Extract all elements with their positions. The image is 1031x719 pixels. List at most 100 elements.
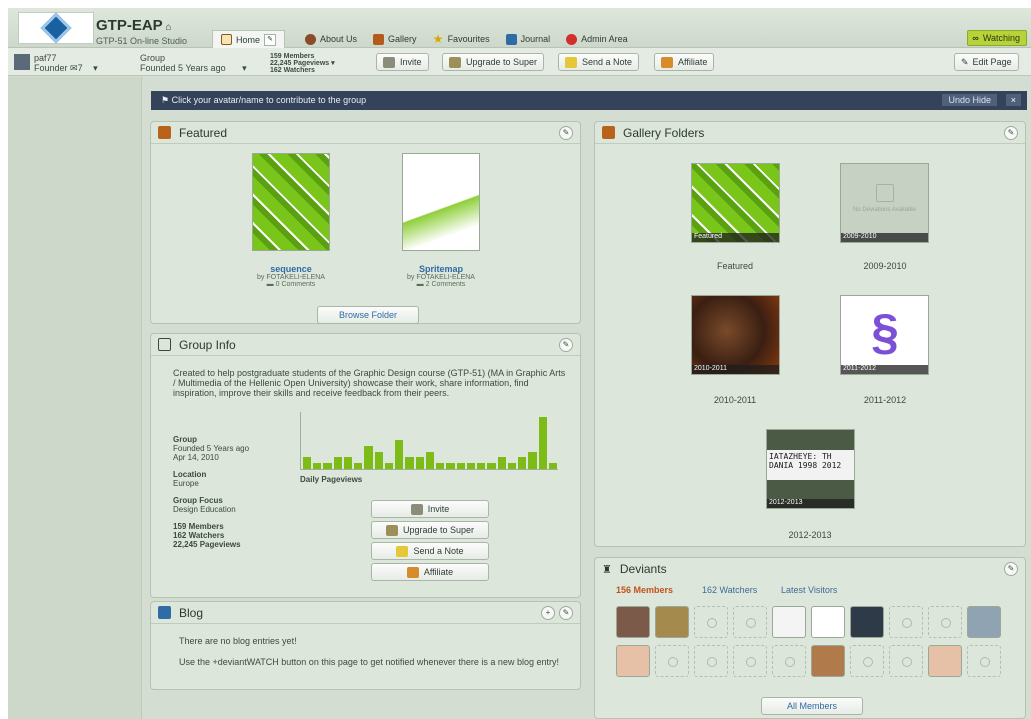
home-small-icon: ⌂ [162,22,172,33]
empty-avatar-slot [967,645,1001,677]
sequence-author[interactable]: by FOTAKELI-ELENA [231,274,351,281]
folder-2010-2011-label[interactable]: 2010-2011 [685,395,785,405]
edit-gallery-folders-button[interactable]: ✎ [1004,126,1018,140]
gallery-icon [373,33,385,45]
folder-2012-2013-thumbnail[interactable]: IATAZHEYE: TH DANIA 1998 2012 2012-2013 [766,429,855,509]
member-avatar[interactable] [616,645,650,677]
placeholder-icon [941,618,951,628]
undo-hide-button[interactable]: Undo Hide [942,94,997,106]
info-affiliate-button[interactable]: Affiliate [371,563,489,581]
folder-2009-2010-label[interactable]: 2009-2010 [835,261,935,271]
send-note-button[interactable]: Send a Note [558,53,640,71]
info-invite-button[interactable]: Invite [371,500,489,518]
spritemap-author[interactable]: by FOTAKELI-ELENA [381,274,501,281]
upgrade-icon [449,56,461,68]
edit-blog-button[interactable]: ✎ [559,606,573,620]
tab-about-us[interactable]: About Us [297,30,365,48]
all-members-button[interactable]: All Members [761,697,863,715]
tab-latest-visitors[interactable]: Latest Visitors [781,585,837,595]
invite-icon [383,56,395,68]
affiliate-icon [406,566,419,578]
edit-deviants-button[interactable]: ✎ [1004,562,1018,576]
watching-button[interactable]: ∞ Watching [967,30,1027,46]
group-name[interactable]: GTP-EAP ⌂ [96,17,172,34]
tab-admin-area[interactable]: Admin Area [558,30,636,48]
user-block[interactable]: paf77 Founder ✉7 ▾ [34,53,98,73]
group-logo[interactable] [18,12,94,44]
chevron-down-icon[interactable]: ▾ [93,63,98,73]
user-role: Founder [34,63,68,73]
empty-avatar-slot [889,606,923,638]
tab-home[interactable]: Home ✎ [212,30,286,48]
placeholder-icon [902,657,912,667]
empty-avatar-slot [733,645,767,677]
deviants-icon: ♜ [602,563,612,576]
close-notice-button[interactable]: × [1005,94,1021,106]
user-avatar[interactable] [14,54,30,70]
empty-avatar-slot [694,606,728,638]
browse-folder-button[interactable]: Browse Folder [317,306,419,324]
user-name[interactable]: paf77 [34,53,98,63]
pageview-bar [538,417,547,469]
member-avatar[interactable] [616,606,650,638]
blog-empty-text: There are no blog entries yet! [179,636,297,646]
member-avatar[interactable] [655,606,689,638]
member-avatar[interactable] [811,645,845,677]
left-sidebar [8,77,142,719]
member-avatar[interactable] [850,606,884,638]
group-type-block[interactable]: Group Founded 5 Years ago ▾ [140,53,247,73]
member-avatar[interactable] [772,606,806,638]
folder-2012-2013-label[interactable]: 2012-2013 [760,530,860,540]
pencil-icon: ✎ [961,56,969,67]
group-subtitle: GTP-51 On-line Studio [96,36,188,46]
folder-2010-2011-thumbnail[interactable]: 2010-2011 [691,295,780,375]
spritemap-title[interactable]: Spritemap [381,264,501,274]
empty-avatar-slot [655,645,689,677]
tab-watchers[interactable]: 162 Watchers [702,585,757,595]
edit-tabs-icon[interactable]: ✎ [264,33,277,46]
tab-members[interactable]: 156 Members [616,585,673,595]
tab-favourites[interactable]: ★ Favourites [425,30,498,48]
pageview-bar [456,463,465,469]
pageview-bar [518,457,527,469]
edit-featured-button[interactable]: ✎ [559,126,573,140]
comment-icon: ▬ [266,281,276,288]
folder-featured-label[interactable]: Featured [685,261,785,271]
pageview-bar [354,463,363,469]
folder-2009-2010-thumbnail[interactable]: No Deviations Available 2009-2010 [840,163,929,243]
edit-group-info-button[interactable]: ✎ [559,338,573,352]
sequence-title[interactable]: sequence [231,264,351,274]
add-blog-button[interactable]: + [541,606,555,620]
group-description: Created to help postgraduate students of… [173,368,566,398]
pageview-bar [313,463,322,469]
invite-button[interactable]: Invite [376,53,429,71]
pageview-bar [497,457,506,469]
group-stats[interactable]: 159 Members 22,245 Pageviews ▾ 162 Watch… [270,53,335,74]
pageview-bar [466,463,476,469]
sequence-thumbnail[interactable] [252,153,330,251]
member-avatar[interactable] [967,606,1001,638]
upgrade-button[interactable]: Upgrade to Super [442,53,545,71]
tab-gallery[interactable]: Gallery [365,30,425,48]
folder-featured-thumbnail[interactable]: Featured [691,163,780,243]
chevron-down-icon[interactable]: ▾ [242,63,247,73]
info-upgrade-button[interactable]: Upgrade to Super [371,521,489,539]
featured-item-1: sequence by FOTAKELI-ELENA ▬ 0 Comments [231,264,351,288]
tab-journal[interactable]: Journal [498,30,559,48]
member-avatar[interactable] [811,606,845,638]
folder-2011-2012-label[interactable]: 2011-2012 [835,395,935,405]
pageviews-chart-label: Daily Pageviews [300,475,363,484]
folder-2011-2012-thumbnail[interactable]: § 2011-2012 [840,295,929,375]
pageview-bar [507,463,517,469]
empty-avatar-slot [694,645,728,677]
spritemap-thumbnail[interactable] [402,153,480,251]
pageview-bar [303,457,312,469]
pageview-bar [477,463,486,469]
member-avatar[interactable] [928,645,962,677]
group-info-bar: paf77 Founder ✉7 ▾ Group Founded 5 Years… [8,48,1031,76]
info-send-note-button[interactable]: Send a Note [371,542,489,560]
pageview-bar [415,457,424,469]
pageview-bar [446,463,455,469]
affiliate-button[interactable]: Affiliate [654,53,715,71]
edit-page-button[interactable]: ✎ Edit Page [954,53,1019,71]
